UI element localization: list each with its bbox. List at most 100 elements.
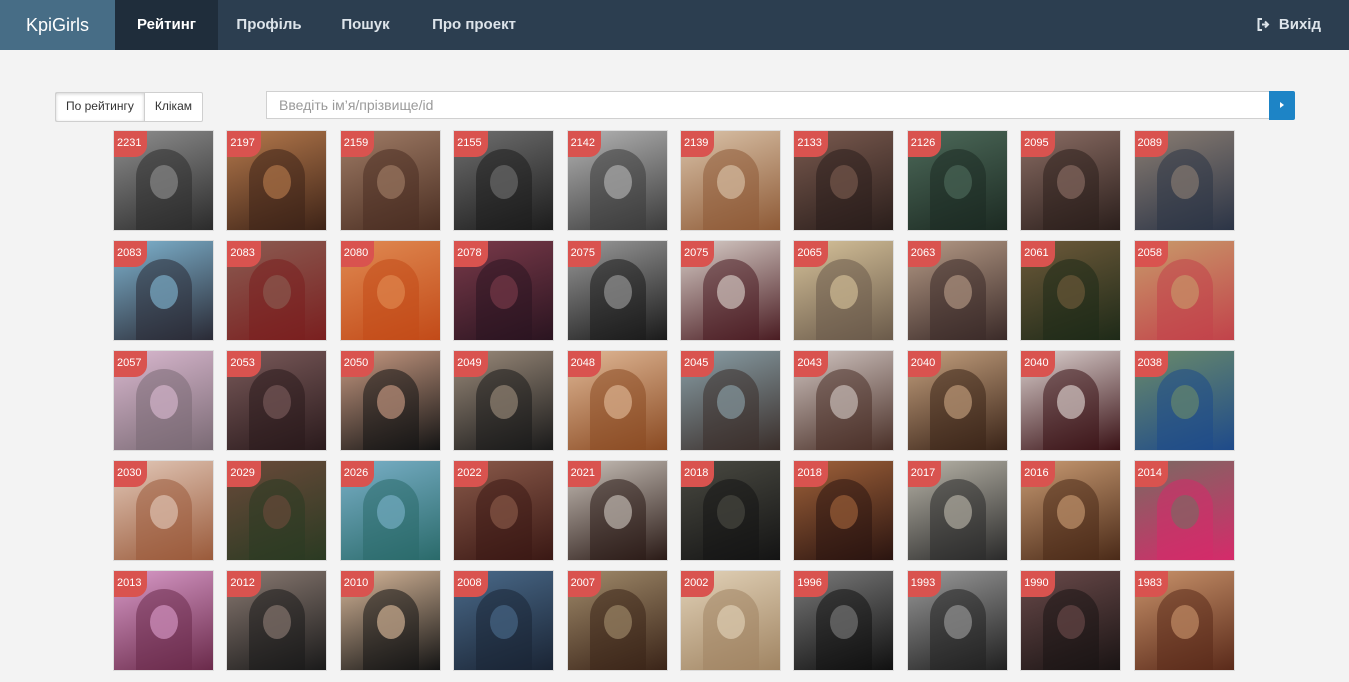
caret-right-icon bbox=[1280, 102, 1284, 108]
photo-card[interactable]: 2139 bbox=[679, 130, 781, 231]
photo-card[interactable]: 2038 bbox=[1133, 350, 1235, 451]
navbar: KpiGirls Рейтинг Профіль Пошук Про проек… bbox=[0, 0, 1349, 50]
photo-card[interactable]: 2018 bbox=[679, 460, 781, 561]
photo-card[interactable]: 2078 bbox=[453, 240, 555, 341]
photo-card[interactable]: 2095 bbox=[1020, 130, 1122, 231]
photo-face bbox=[603, 385, 632, 419]
photo-card[interactable]: 2133 bbox=[793, 130, 895, 231]
photo-card[interactable]: 1996 bbox=[793, 570, 895, 671]
rating-badge: 2159 bbox=[340, 131, 375, 157]
photo-card[interactable]: 2075 bbox=[679, 240, 781, 341]
photo-face bbox=[150, 165, 178, 199]
photo-card[interactable]: 2061 bbox=[1020, 240, 1122, 341]
rating-badge: 2075 bbox=[680, 241, 715, 267]
photo-card[interactable]: 2075 bbox=[566, 240, 668, 341]
photo-card[interactable]: 2080 bbox=[339, 240, 441, 341]
photo-card[interactable]: 2231 bbox=[113, 130, 214, 231]
photo-card[interactable]: 2065 bbox=[793, 240, 895, 341]
rating-badge: 2197 bbox=[227, 131, 261, 157]
photo-card[interactable]: 1990 bbox=[1020, 570, 1122, 671]
photo-card[interactable]: 2083 bbox=[226, 240, 328, 341]
photo-card[interactable]: 2010 bbox=[339, 570, 441, 671]
photo-face bbox=[1057, 275, 1086, 309]
photo-card[interactable]: 2048 bbox=[566, 350, 668, 451]
rating-badge: 2078 bbox=[454, 241, 488, 267]
rating-badge: 2040 bbox=[907, 351, 942, 377]
photo-card[interactable]: 2030 bbox=[113, 460, 214, 561]
sort-toggle: По рейтингу Клікам bbox=[55, 92, 203, 122]
photo-card[interactable]: 2155 bbox=[453, 130, 555, 231]
photo-card[interactable]: 2089 bbox=[1133, 130, 1235, 231]
photo-card[interactable]: 2021 bbox=[566, 460, 668, 561]
photo-card[interactable]: 2058 bbox=[1133, 240, 1235, 341]
photo-card[interactable]: 2002 bbox=[679, 570, 781, 671]
photo-card[interactable]: 2159 bbox=[339, 130, 441, 231]
photo-card[interactable]: 2008 bbox=[453, 570, 555, 671]
search-input[interactable] bbox=[266, 91, 1269, 119]
photo-card[interactable]: 2045 bbox=[679, 350, 781, 451]
photo-card[interactable]: 2007 bbox=[566, 570, 668, 671]
nav-search[interactable]: Пошук bbox=[320, 0, 411, 50]
brand-logo[interactable]: KpiGirls bbox=[0, 0, 115, 50]
photo-card[interactable]: 2022 bbox=[453, 460, 555, 561]
photo-card[interactable]: 2029 bbox=[226, 460, 328, 561]
photo-card[interactable]: 2053 bbox=[226, 350, 328, 451]
photo-card[interactable]: 2012 bbox=[226, 570, 328, 671]
rating-badge: 2058 bbox=[1134, 241, 1168, 267]
photo-card[interactable]: 2026 bbox=[339, 460, 441, 561]
rating-badge: 2012 bbox=[227, 571, 261, 597]
photo-face bbox=[1170, 275, 1199, 309]
rating-badge: 2010 bbox=[340, 571, 375, 597]
rating-badge: 2061 bbox=[1021, 241, 1055, 267]
nav-about[interactable]: Про проект bbox=[411, 0, 537, 50]
logout-label: Вихід bbox=[1278, 16, 1321, 33]
nav-profile[interactable]: Профіль bbox=[218, 0, 320, 50]
photo-face bbox=[716, 605, 745, 639]
rating-badge: 2008 bbox=[454, 571, 488, 597]
rating-badge: 2095 bbox=[1021, 131, 1055, 157]
photo-card[interactable]: 2013 bbox=[113, 570, 214, 671]
photo-card[interactable]: 2014 bbox=[1133, 460, 1235, 561]
rating-badge: 2089 bbox=[1134, 131, 1168, 157]
photo-face bbox=[150, 385, 178, 419]
photo-card[interactable]: 2057 bbox=[113, 350, 214, 451]
photo-card[interactable]: 2040 bbox=[906, 350, 1008, 451]
photo-card[interactable]: 2049 bbox=[453, 350, 555, 451]
photo-card[interactable]: 2083 bbox=[113, 240, 214, 341]
photo-card[interactable]: 1993 bbox=[906, 570, 1008, 671]
search-button[interactable] bbox=[1269, 91, 1295, 120]
photo-card[interactable]: 2017 bbox=[906, 460, 1008, 561]
sort-by-rating-button[interactable]: По рейтингу bbox=[56, 93, 145, 121]
photo-face bbox=[603, 165, 632, 199]
photo-card[interactable]: 2142 bbox=[566, 130, 668, 231]
rating-badge: 2083 bbox=[227, 241, 261, 267]
rating-badge: 2050 bbox=[340, 351, 375, 377]
photo-face bbox=[1170, 165, 1199, 199]
nav-rating[interactable]: Рейтинг bbox=[115, 0, 218, 50]
photo-face bbox=[603, 495, 632, 529]
photo-face bbox=[1057, 165, 1086, 199]
logout-button[interactable]: Вихід bbox=[1257, 0, 1321, 50]
rating-badge: 2029 bbox=[227, 461, 261, 487]
photo-card[interactable]: 2126 bbox=[906, 130, 1008, 231]
photo-face bbox=[716, 165, 745, 199]
photo-face bbox=[490, 165, 519, 199]
photo-face bbox=[943, 495, 972, 529]
rating-badge: 1983 bbox=[1134, 571, 1168, 597]
photo-face bbox=[1170, 385, 1199, 419]
photo-card[interactable]: 2197 bbox=[226, 130, 328, 231]
photo-card[interactable]: 2050 bbox=[339, 350, 441, 451]
rating-badge: 2017 bbox=[907, 461, 942, 487]
rating-badge: 2057 bbox=[114, 351, 148, 377]
photo-card[interactable]: 2018 bbox=[793, 460, 895, 561]
rating-badge: 2080 bbox=[340, 241, 375, 267]
photo-card[interactable]: 2016 bbox=[1020, 460, 1122, 561]
photo-card[interactable]: 2063 bbox=[906, 240, 1008, 341]
photo-face bbox=[490, 385, 519, 419]
photo-card[interactable]: 2040 bbox=[1020, 350, 1122, 451]
rating-badge: 2014 bbox=[1134, 461, 1168, 487]
sort-by-clicks-button[interactable]: Клікам bbox=[145, 93, 202, 121]
photo-face bbox=[376, 385, 405, 419]
photo-card[interactable]: 2043 bbox=[793, 350, 895, 451]
photo-card[interactable]: 1983 bbox=[1133, 570, 1235, 671]
